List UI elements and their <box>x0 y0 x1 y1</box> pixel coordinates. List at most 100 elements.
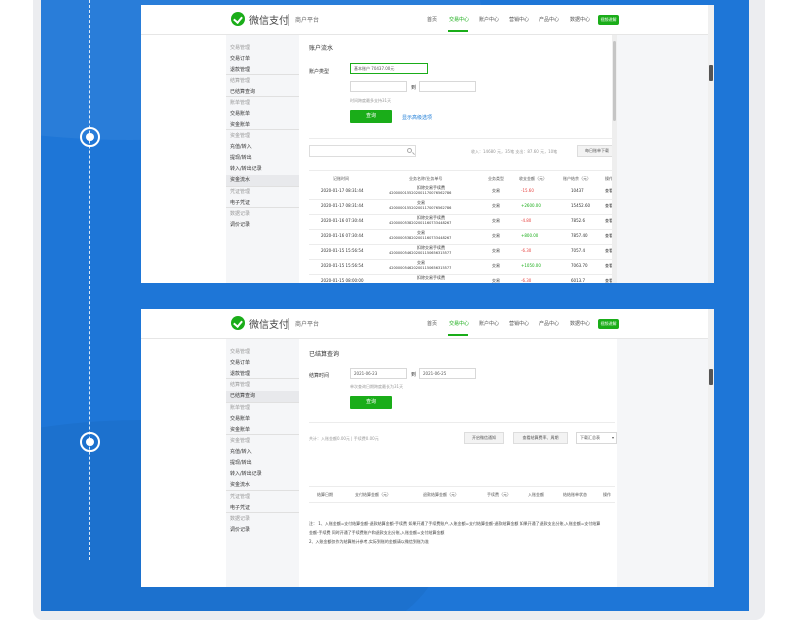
start-date-input[interactable]: 2021-06-23 <box>350 368 407 379</box>
row-number: 4200000155202001170076562786 <box>389 206 452 210</box>
nav-active-indicator <box>448 30 468 32</box>
timeline-node-2 <box>80 432 100 452</box>
account-type-select[interactable]: 基本账户 70437.00元 <box>350 63 428 74</box>
sidebar-item-fund-flow[interactable]: 资金流水 <box>230 481 250 488</box>
enable-notification-button[interactable]: 开启微信通知 <box>464 432 504 444</box>
row-time: 2020-01-15 15:56:54 <box>321 248 364 253</box>
sidebar-item-settled-query[interactable]: 已结算查询 <box>230 88 255 95</box>
row-divider <box>309 229 615 230</box>
col-refund-amount: 退款结算金额（元） <box>423 492 459 497</box>
row-number: 4200000155202001170076562786 <box>389 191 452 195</box>
divider <box>309 422 615 423</box>
sidebar-item-settled-query[interactable]: 已结算查询 <box>226 391 299 402</box>
sidebar-item-withdraw[interactable]: 提现/转出 <box>230 459 252 466</box>
sidebar-group-vouchers: 凭证管理 <box>230 494 251 500</box>
note-line-2: 金额-手续费 同时开通了手续费账户和退款支出分账,入账金额=支付结算金额 <box>309 530 445 535</box>
row-balance: 7063.70 <box>571 263 588 268</box>
nav-account-center[interactable]: 账户中心 <box>479 320 499 327</box>
nav-product-center[interactable]: 产品中心 <box>539 320 559 327</box>
advanced-options-link[interactable]: 显示高级选项 <box>402 114 432 121</box>
sidebar: 交易管理 交易订单 退款管理 结算管理 已结算查询 账单管理 交易账单 资金账单… <box>226 339 299 587</box>
nav-product-center[interactable]: 产品中心 <box>539 16 559 23</box>
sidebar-item-orders[interactable]: 交易订单 <box>230 55 250 62</box>
row-balance: 7857.40 <box>571 233 588 238</box>
summary-text: 共计：入账金额0.00元 | 手续费0.00元 <box>309 436 379 441</box>
row-balance: 10437 <box>571 188 584 193</box>
col-income: 入账金额 <box>528 492 544 497</box>
window-settled-query: 微信支付 商户平台 首页 交易中心 账户中心 营销中心 产品中心 数据中心 视频… <box>141 309 714 587</box>
row-type: 交易 <box>492 218 500 223</box>
right-padding <box>617 339 714 587</box>
sidebar-item-transfer-records[interactable]: 转入/转出记录 <box>230 470 262 477</box>
window-scrollbar-2[interactable] <box>708 309 714 587</box>
search-input[interactable] <box>309 145 416 157</box>
sidebar-item-fund-bills[interactable]: 资金账单 <box>230 426 250 433</box>
sidebar-group-funds: 资金管理 <box>230 133 251 139</box>
sidebar-item-fund-bills[interactable]: 资金账单 <box>230 121 250 128</box>
sidebar-item-trade-bills[interactable]: 交易账单 <box>230 110 250 117</box>
nav-home[interactable]: 首页 <box>427 16 437 23</box>
download-summary-select[interactable]: 下载汇总表 ▾ <box>576 432 617 444</box>
view-rate-cycle-button[interactable]: 查看结算费率、周期 <box>513 432 568 444</box>
start-date-input[interactable] <box>350 81 407 92</box>
sidebar-item-price-records[interactable]: 调价记录 <box>230 221 250 228</box>
top-bar: 微信支付 商户平台 首页 交易中心 账户中心 营销中心 产品中心 数据中心 视频… <box>141 309 714 339</box>
to-label: 到 <box>411 85 417 91</box>
sidebar-item-refunds[interactable]: 退款管理 <box>230 370 250 377</box>
wechat-pay-logo-icon <box>231 12 245 26</box>
sidebar-item-fund-flow[interactable]: 资金流水 <box>226 175 299 186</box>
note-line-1: 注： 1、入账金额=支付结算金额-退款结算金额-手续费 如果开通了手续费账户,入… <box>309 521 601 526</box>
timeline-line <box>89 0 90 560</box>
sidebar-item-recharge[interactable]: 充值/转入 <box>230 448 252 455</box>
row-type: 交易 <box>492 203 500 208</box>
video-guide-button[interactable]: 视频讲解 <box>598 15 619 25</box>
divider <box>288 14 289 26</box>
end-date-input[interactable]: 2021-06-25 <box>419 368 476 379</box>
row-divider <box>309 259 615 260</box>
col-balance: 账户结余（元） <box>563 176 591 181</box>
end-date-input[interactable] <box>419 81 476 92</box>
row-number: 4200000546202001150656315577 <box>389 251 452 255</box>
col-amount: 收支金额（元） <box>519 176 547 181</box>
row-time: 2020-01-15 15:56:54 <box>321 263 364 268</box>
sidebar-item-orders[interactable]: 交易订单 <box>230 359 250 366</box>
sidebar-item-e-voucher[interactable]: 电子凭证 <box>230 199 250 206</box>
daily-bill-download-button[interactable]: 每日账单下载 <box>577 145 617 157</box>
brand-name: 微信支付 <box>249 16 289 27</box>
sidebar-group-records: 数据记录 <box>230 211 251 217</box>
right-padding <box>617 35 714 283</box>
row-balance: 6013.7 <box>571 278 585 283</box>
settle-time-label: 结算时间 <box>309 373 330 379</box>
sidebar-item-transfer-records[interactable]: 转入/转出记录 <box>230 165 262 172</box>
sidebar-item-e-voucher[interactable]: 电子凭证 <box>230 504 250 511</box>
sidebar-group-trade: 交易管理 <box>230 349 251 355</box>
select-label: 下载汇总表 <box>580 435 600 440</box>
top-bar: 微信支付 商户平台 首页 交易中心 账户中心 营销中心 产品中心 数据中心 视频… <box>141 5 714 35</box>
sidebar-item-withdraw[interactable]: 提现/转出 <box>230 154 252 161</box>
sidebar-item-recharge[interactable]: 充值/转入 <box>230 143 252 150</box>
nav-data-center[interactable]: 数据中心 <box>570 16 590 23</box>
sidebar-item-refunds[interactable]: 退款管理 <box>230 66 250 73</box>
row-balance: 7057.4 <box>571 248 585 253</box>
nav-account-center[interactable]: 账户中心 <box>479 16 499 23</box>
nav-trade-center[interactable]: 交易中心 <box>449 320 469 327</box>
main-content: 账户流水 账户类型 基本账户 70437.00元 到 时间跨度最多支持31天 查… <box>299 35 617 283</box>
video-guide-button[interactable]: 视频讲解 <box>598 319 619 329</box>
sidebar-item-trade-bills[interactable]: 交易账单 <box>230 415 250 422</box>
row-amount: -4.80 <box>521 218 532 223</box>
nav-marketing-center[interactable]: 营销中心 <box>509 320 529 327</box>
row-type: 交易 <box>492 263 500 268</box>
row-amount: -6.30 <box>521 278 532 283</box>
table-body-border <box>309 502 615 503</box>
nav-marketing-center[interactable]: 营销中心 <box>509 16 529 23</box>
sidebar: 交易管理 交易订单 退款管理 结算管理 已结算查询 账单管理 交易账单 资金账单… <box>226 35 299 283</box>
nav-trade-center[interactable]: 交易中心 <box>449 16 469 23</box>
date-hint: 时间跨度最多支持31天 <box>350 98 392 103</box>
sidebar-item-price-records[interactable]: 调价记录 <box>230 526 250 533</box>
query-button[interactable]: 查询 <box>350 110 392 123</box>
window-scrollbar-1[interactable] <box>708 5 714 283</box>
nav-home[interactable]: 首页 <box>427 320 437 327</box>
query-button[interactable]: 查询 <box>350 396 392 409</box>
nav-data-center[interactable]: 数据中心 <box>570 320 590 327</box>
row-number: 4200000538202001160733448267 <box>389 221 452 225</box>
